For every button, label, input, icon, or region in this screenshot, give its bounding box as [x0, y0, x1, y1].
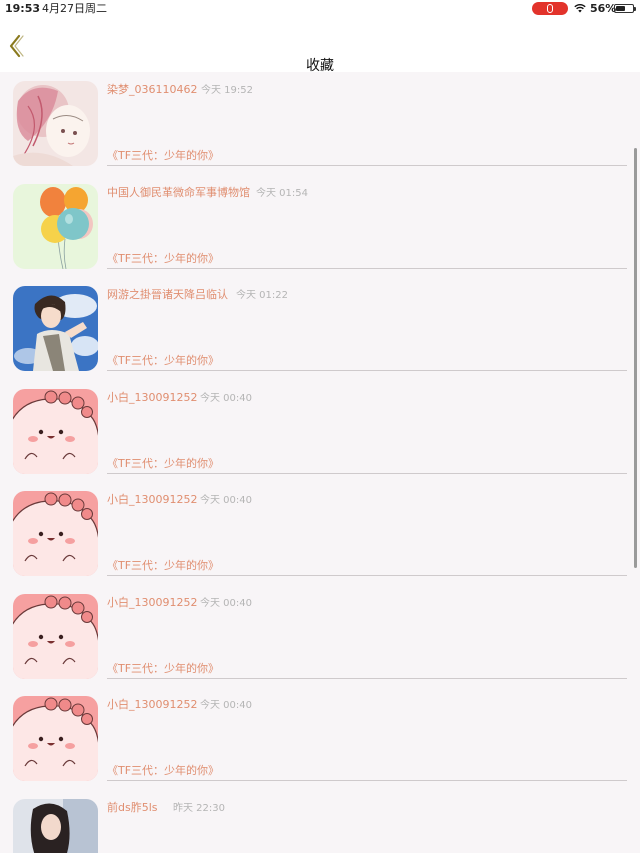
battery-icon	[614, 4, 636, 13]
avatar[interactable]	[13, 81, 98, 166]
chevron-left-icon	[9, 34, 24, 58]
microphone-indicator-icon	[532, 2, 568, 15]
battery-percentage: 56%	[590, 2, 617, 15]
divider	[107, 165, 627, 166]
avatar[interactable]	[13, 798, 98, 853]
list-item[interactable]: 小白_130091252 今天 00:40 《TF三代：少年的你》	[0, 585, 640, 688]
divider	[107, 370, 627, 371]
item-name[interactable]: 染梦_036110462	[107, 82, 198, 98]
wifi-icon	[574, 3, 586, 13]
scrollbar[interactable]	[634, 148, 637, 568]
divider	[107, 677, 627, 679]
list-item[interactable]: 中国人御民革微命军事博物馆 今天 01:54 《TF三代：少年的你》	[0, 175, 640, 278]
item-time: 昨天 22:30	[173, 802, 225, 814]
avatar[interactable]	[13, 593, 98, 679]
item-work-title[interactable]: 《TF三代：少年的你》	[107, 763, 219, 779]
divider	[107, 575, 627, 576]
item-work-title[interactable]: 《TF三代：少年的你》	[107, 353, 219, 369]
item-name[interactable]: 前ds胙5ls	[107, 800, 158, 816]
avatar[interactable]	[13, 183, 98, 269]
anime-boy-avatar-image	[13, 286, 98, 371]
status-date: 4月27日周二	[42, 2, 107, 15]
navigation-bar: 收藏	[0, 17, 640, 74]
item-work-title[interactable]: 《TF三代：少年的你》	[107, 661, 219, 677]
balloons-avatar-image	[13, 183, 98, 269]
girl-photo-avatar-image	[13, 798, 98, 853]
back-button[interactable]	[6, 33, 28, 59]
item-time: 今天 00:40	[200, 597, 252, 609]
pink-blob-avatar-image	[13, 593, 98, 679]
item-time: 今天 19:52	[201, 85, 253, 96]
divider	[107, 472, 627, 474]
list-item[interactable]: 小白_130091252 今天 00:40 《TF三代：少年的你》	[0, 687, 640, 790]
item-time: 今天 00:40	[200, 392, 252, 404]
list-item[interactable]: 染梦_036110462 今天 19:52 《TF三代：少年的你》	[0, 72, 640, 175]
list-item[interactable]: 前ds胙5ls 昨天 22:30	[0, 790, 640, 853]
item-work-title[interactable]: 《TF三代：少年的你》	[107, 251, 219, 267]
item-name[interactable]: 网游之掛晉诸天降吕临认	[107, 287, 228, 303]
pink-blob-avatar-image	[13, 491, 98, 576]
pink-blob-avatar-image	[13, 696, 98, 781]
item-time: 今天 00:40	[200, 700, 252, 711]
item-work-title[interactable]: 《TF三代：少年的你》	[107, 558, 219, 574]
avatar[interactable]	[13, 388, 98, 474]
avatar[interactable]	[13, 696, 98, 781]
favorites-list[interactable]: 染梦_036110462 今天 19:52 《TF三代：少年的你》 中国人御民革…	[0, 72, 640, 853]
item-name[interactable]: 小白_130091252	[107, 390, 198, 406]
item-work-title[interactable]: 《TF三代：少年的你》	[107, 456, 219, 472]
list-item[interactable]: 小白_130091252 今天 00:40 《TF三代：少年的你》	[0, 482, 640, 585]
avatar[interactable]	[13, 286, 98, 371]
item-name[interactable]: 小白_130091252	[107, 697, 198, 713]
avatar[interactable]	[13, 491, 98, 576]
item-name[interactable]: 中国人御民革微命军事博物馆	[107, 185, 250, 201]
item-time: 今天 01:54	[256, 187, 308, 199]
item-name[interactable]: 小白_130091252	[107, 492, 198, 508]
list-item[interactable]: 网游之掛晉诸天降吕临认 今天 01:22 《TF三代：少年的你》	[0, 277, 640, 380]
divider	[107, 267, 627, 269]
item-work-title[interactable]: 《TF三代：少年的你》	[107, 148, 219, 164]
pink-blob-avatar-image	[13, 388, 98, 474]
item-time: 今天 01:22	[236, 290, 288, 301]
item-time: 今天 00:40	[200, 495, 252, 506]
list-item[interactable]: 小白_130091252 今天 00:40 《TF三代：少年的你》	[0, 380, 640, 483]
status-time: 19:53	[5, 2, 41, 15]
item-name[interactable]: 小白_130091252	[107, 595, 198, 611]
status-bar: 19:53 4月27日周二 56%	[0, 0, 640, 17]
divider	[107, 780, 627, 781]
anime-girl-avatar-image	[13, 81, 98, 166]
